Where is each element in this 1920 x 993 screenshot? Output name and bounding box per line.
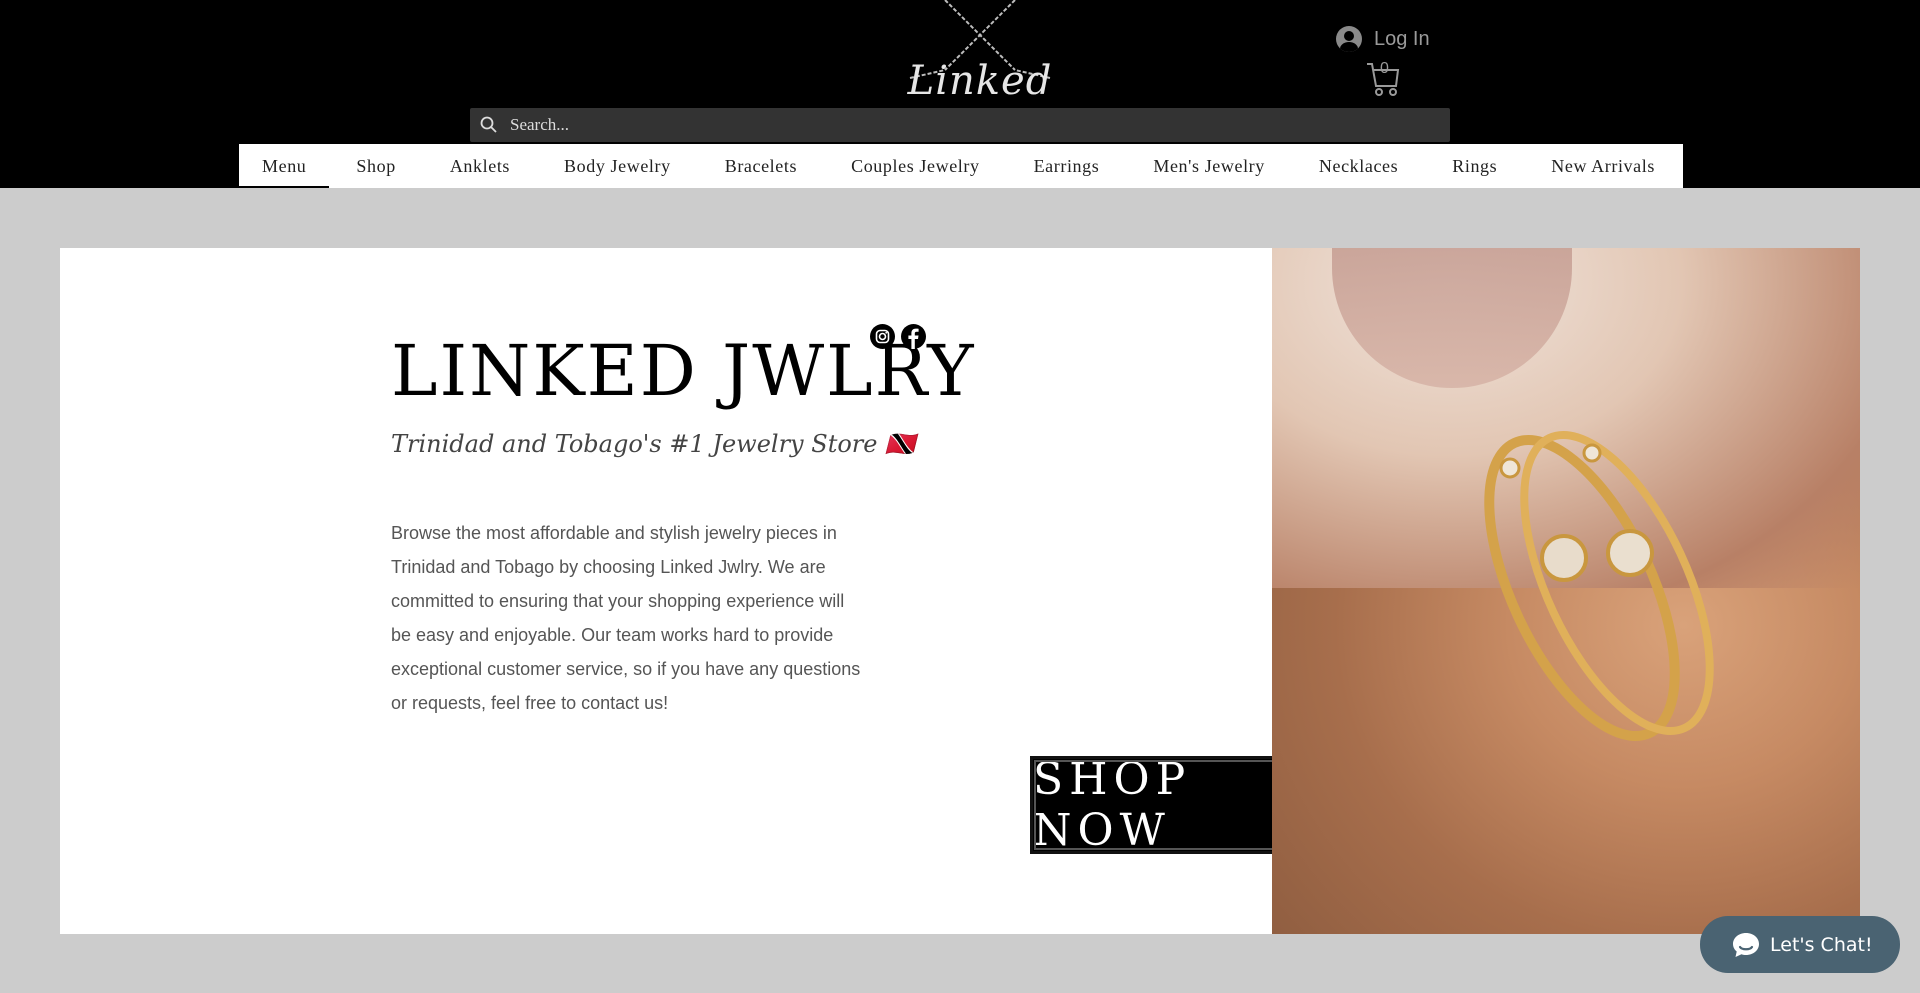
ring-product-image bbox=[1272, 248, 1860, 934]
hero-section: LINKED JWLRY Trinidad and Tobago's #1 Je… bbox=[60, 248, 1860, 934]
nav-item-body-jewelry[interactable]: Body Jewelry bbox=[537, 144, 698, 188]
nav-item-anklets[interactable]: Anklets bbox=[423, 144, 537, 188]
logo-text: Linked bbox=[907, 58, 1053, 104]
social-links bbox=[870, 324, 926, 349]
hero-description: Browse the most affordable and stylish j… bbox=[391, 523, 861, 713]
login-label: Log In bbox=[1374, 27, 1430, 50]
chat-label: Let's Chat! bbox=[1770, 933, 1873, 956]
search-icon bbox=[480, 116, 497, 133]
site-logo[interactable]: Linked bbox=[905, 0, 1055, 110]
nav-item-bracelets[interactable]: Bracelets bbox=[698, 144, 824, 188]
chat-widget-button[interactable]: Let's Chat! bbox=[1700, 916, 1900, 973]
nav-item-menu[interactable]: Menu bbox=[239, 144, 330, 188]
nav-item-necklaces[interactable]: Necklaces bbox=[1292, 144, 1425, 188]
nav-item-couples-jewelry[interactable]: Couples Jewelry bbox=[824, 144, 1006, 188]
search-bar[interactable] bbox=[470, 108, 1450, 142]
instagram-icon[interactable] bbox=[870, 324, 895, 349]
nav-item-new-arrivals[interactable]: New Arrivals bbox=[1524, 144, 1682, 188]
nav-item-shop[interactable]: Shop bbox=[329, 144, 422, 188]
facebook-icon[interactable] bbox=[901, 324, 926, 349]
login-button[interactable]: Log In bbox=[1336, 24, 1430, 54]
nav-item-rings[interactable]: Rings bbox=[1425, 144, 1524, 188]
nav-item-earrings[interactable]: Earrings bbox=[1007, 144, 1127, 188]
search-input[interactable] bbox=[508, 114, 1412, 136]
user-avatar-icon bbox=[1336, 26, 1362, 52]
site-header: Linked Log In 0 Menu Shop Anklets Body J… bbox=[0, 0, 1920, 188]
gold-ring-illustration bbox=[1484, 431, 1714, 741]
cart-button[interactable]: 0 bbox=[1366, 58, 1400, 98]
nav-item-mens-jewelry[interactable]: Men's Jewelry bbox=[1126, 144, 1292, 188]
cart-count: 0 bbox=[1380, 60, 1389, 77]
chat-bubble-icon bbox=[1733, 932, 1759, 957]
hero-subtitle: Trinidad and Tobago's #1 Jewelry Store 🇹… bbox=[391, 430, 915, 458]
main-nav: Menu Shop Anklets Body Jewelry Bracelets… bbox=[239, 144, 1683, 188]
